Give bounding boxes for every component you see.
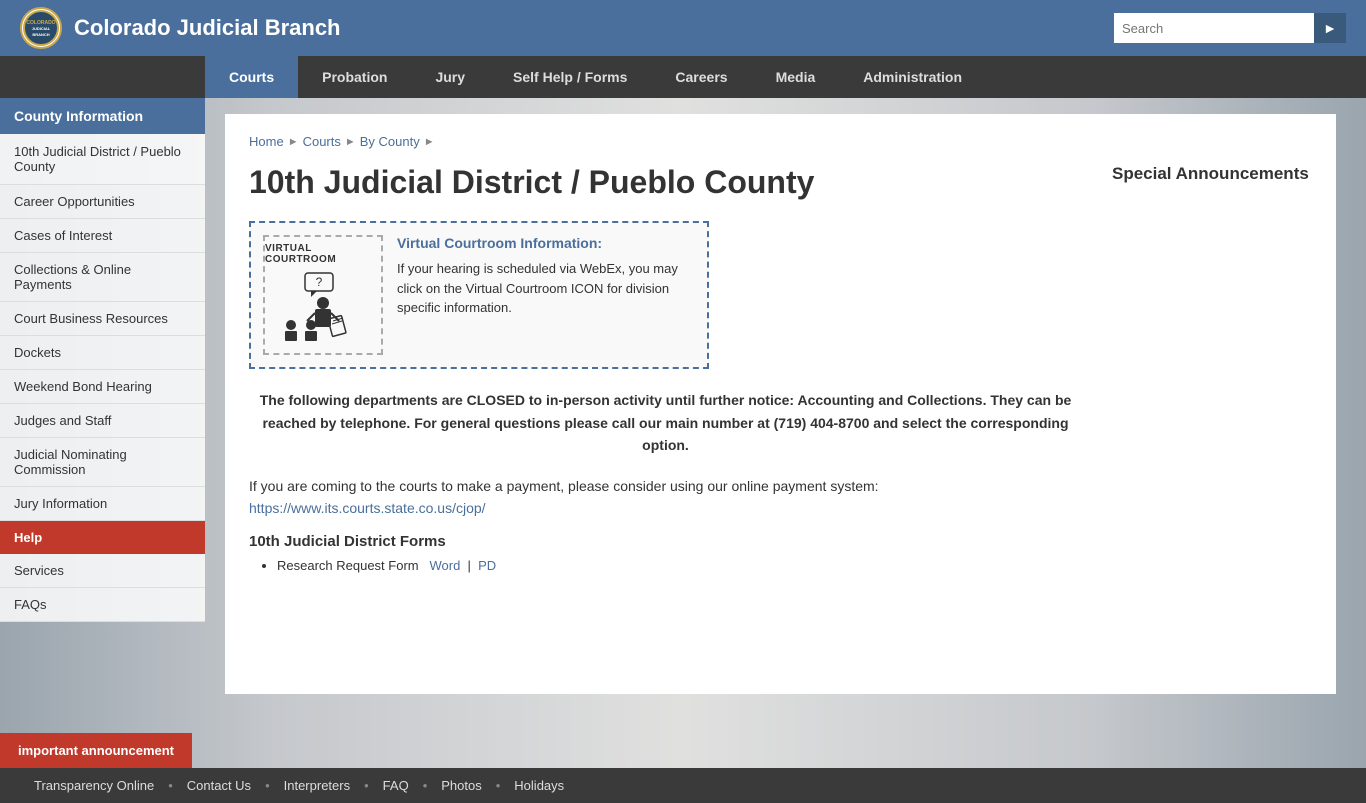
form-link-pd[interactable]: PD <box>478 558 496 573</box>
search-area: ► <box>1114 13 1346 43</box>
sidebar-item-collections[interactable]: Collections & Online Payments <box>0 253 205 302</box>
sidebar-item-court-business[interactable]: Court Business Resources <box>0 302 205 336</box>
sidebar-item-jury-info[interactable]: Jury Information <box>0 487 205 521</box>
nav-item-careers[interactable]: Careers <box>651 56 751 98</box>
nav-item-administration[interactable]: Administration <box>839 56 986 98</box>
nav-item-probation[interactable]: Probation <box>298 56 411 98</box>
sidebar-item-10th-district[interactable]: 10th Judicial District / Pueblo County <box>0 134 205 185</box>
footer-holidays[interactable]: Holidays <box>500 778 578 793</box>
col-main: 10th Judicial District / Pueblo County V… <box>249 163 1082 577</box>
breadcrumb-sep-1: ► <box>288 136 299 148</box>
top-header: COLORADO JUDICIAL BRANCH Colorado Judici… <box>0 0 1366 56</box>
virtual-courtroom-icon: VIRTUAL COURTROOM ? <box>263 235 383 355</box>
two-col-layout: 10th Judicial District / Pueblo County V… <box>249 163 1312 577</box>
main-content: Home ► Courts ► By County ► 10th Judicia… <box>205 98 1366 768</box>
search-input[interactable] <box>1114 13 1314 43</box>
footer-contact[interactable]: Contact Us <box>173 778 265 793</box>
payment-link[interactable]: https://www.its.courts.state.co.us/cjop/ <box>249 500 486 516</box>
footer-photos[interactable]: Photos <box>427 778 495 793</box>
nav-item-jury[interactable]: Jury <box>411 56 489 98</box>
vc-body: If your hearing is scheduled via WebEx, … <box>397 259 695 318</box>
forms-section: 10th Judicial District Forms Research Re… <box>249 533 1082 573</box>
site-title: Colorado Judicial Branch <box>74 15 341 41</box>
nav-item-selfhelp[interactable]: Self Help / Forms <box>489 56 651 98</box>
sidebar: County Information 10th Judicial Distric… <box>0 98 205 768</box>
svg-text:JUDICIAL: JUDICIAL <box>32 26 51 31</box>
logo-area: COLORADO JUDICIAL BRANCH Colorado Judici… <box>20 7 341 49</box>
forms-list: Research Request Form Word | PD <box>249 558 1082 573</box>
svg-text:?: ? <box>316 275 323 289</box>
sidebar-item-weekend-bond[interactable]: Weekend Bond Hearing <box>0 370 205 404</box>
nav-item-media[interactable]: Media <box>752 56 840 98</box>
list-item: Research Request Form Word | PD <box>277 558 1082 573</box>
sidebar-item-judges-staff[interactable]: Judges and Staff <box>0 404 205 438</box>
breadcrumb-sep-2: ► <box>345 136 356 148</box>
body-wrapper: County Information 10th Judicial Distric… <box>0 98 1366 768</box>
nav-item-courts[interactable]: Courts <box>205 56 298 98</box>
footer-transparency[interactable]: Transparency Online <box>20 778 168 793</box>
sidebar-item-career-opportunities[interactable]: Career Opportunities <box>0 185 205 219</box>
virtual-courtroom-box[interactable]: VIRTUAL COURTROOM ? <box>249 221 709 369</box>
search-button[interactable]: ► <box>1314 13 1346 43</box>
vc-heading: Virtual Courtroom Information: <box>397 235 695 251</box>
svg-text:BRANCH: BRANCH <box>32 32 49 37</box>
sidebar-item-dockets[interactable]: Dockets <box>0 336 205 370</box>
breadcrumb-sep-3: ► <box>424 136 435 148</box>
site-logo: COLORADO JUDICIAL BRANCH <box>20 7 62 49</box>
breadcrumb-home[interactable]: Home <box>249 134 284 149</box>
form-link-word[interactable]: Word <box>429 558 460 573</box>
notice-text: The following departments are CLOSED to … <box>260 392 1072 453</box>
footer-bar: Transparency Online • Contact Us • Inter… <box>0 768 1366 803</box>
payment-text: If you are coming to the courts to make … <box>249 478 879 494</box>
breadcrumb-courts[interactable]: Courts <box>303 134 341 149</box>
form-name: Research Request Form <box>277 558 419 573</box>
payment-para: If you are coming to the courts to make … <box>249 475 1082 520</box>
col-side: Special Announcements <box>1112 163 1312 577</box>
sidebar-help-header: Help <box>0 521 205 554</box>
footer-interpreters[interactable]: Interpreters <box>270 778 364 793</box>
page-title: 10th Judicial District / Pueblo County <box>249 163 1082 201</box>
vc-text-info: Virtual Courtroom Information: If your h… <box>397 235 695 318</box>
sidebar-county-header: County Information <box>0 98 205 134</box>
sidebar-item-faqs[interactable]: FAQs <box>0 588 205 622</box>
notice-box: The following departments are CLOSED to … <box>249 389 1082 456</box>
vc-label: VIRTUAL COURTROOM <box>265 243 381 265</box>
breadcrumb-by-county[interactable]: By County <box>360 134 420 149</box>
content-box: Home ► Courts ► By County ► 10th Judicia… <box>225 114 1336 694</box>
sidebar-item-cases-of-interest[interactable]: Cases of Interest <box>0 219 205 253</box>
special-announcements-heading: Special Announcements <box>1112 163 1312 185</box>
main-nav: Courts Probation Jury Self Help / Forms … <box>0 56 1366 98</box>
sidebar-item-judicial-nominating[interactable]: Judicial Nominating Commission <box>0 438 205 487</box>
sidebar-item-services[interactable]: Services <box>0 554 205 588</box>
forms-heading: 10th Judicial District Forms <box>249 533 1082 550</box>
important-announcement-banner[interactable]: important announcement <box>0 733 192 768</box>
footer-faq[interactable]: FAQ <box>369 778 423 793</box>
breadcrumb: Home ► Courts ► By County ► <box>249 134 1312 149</box>
